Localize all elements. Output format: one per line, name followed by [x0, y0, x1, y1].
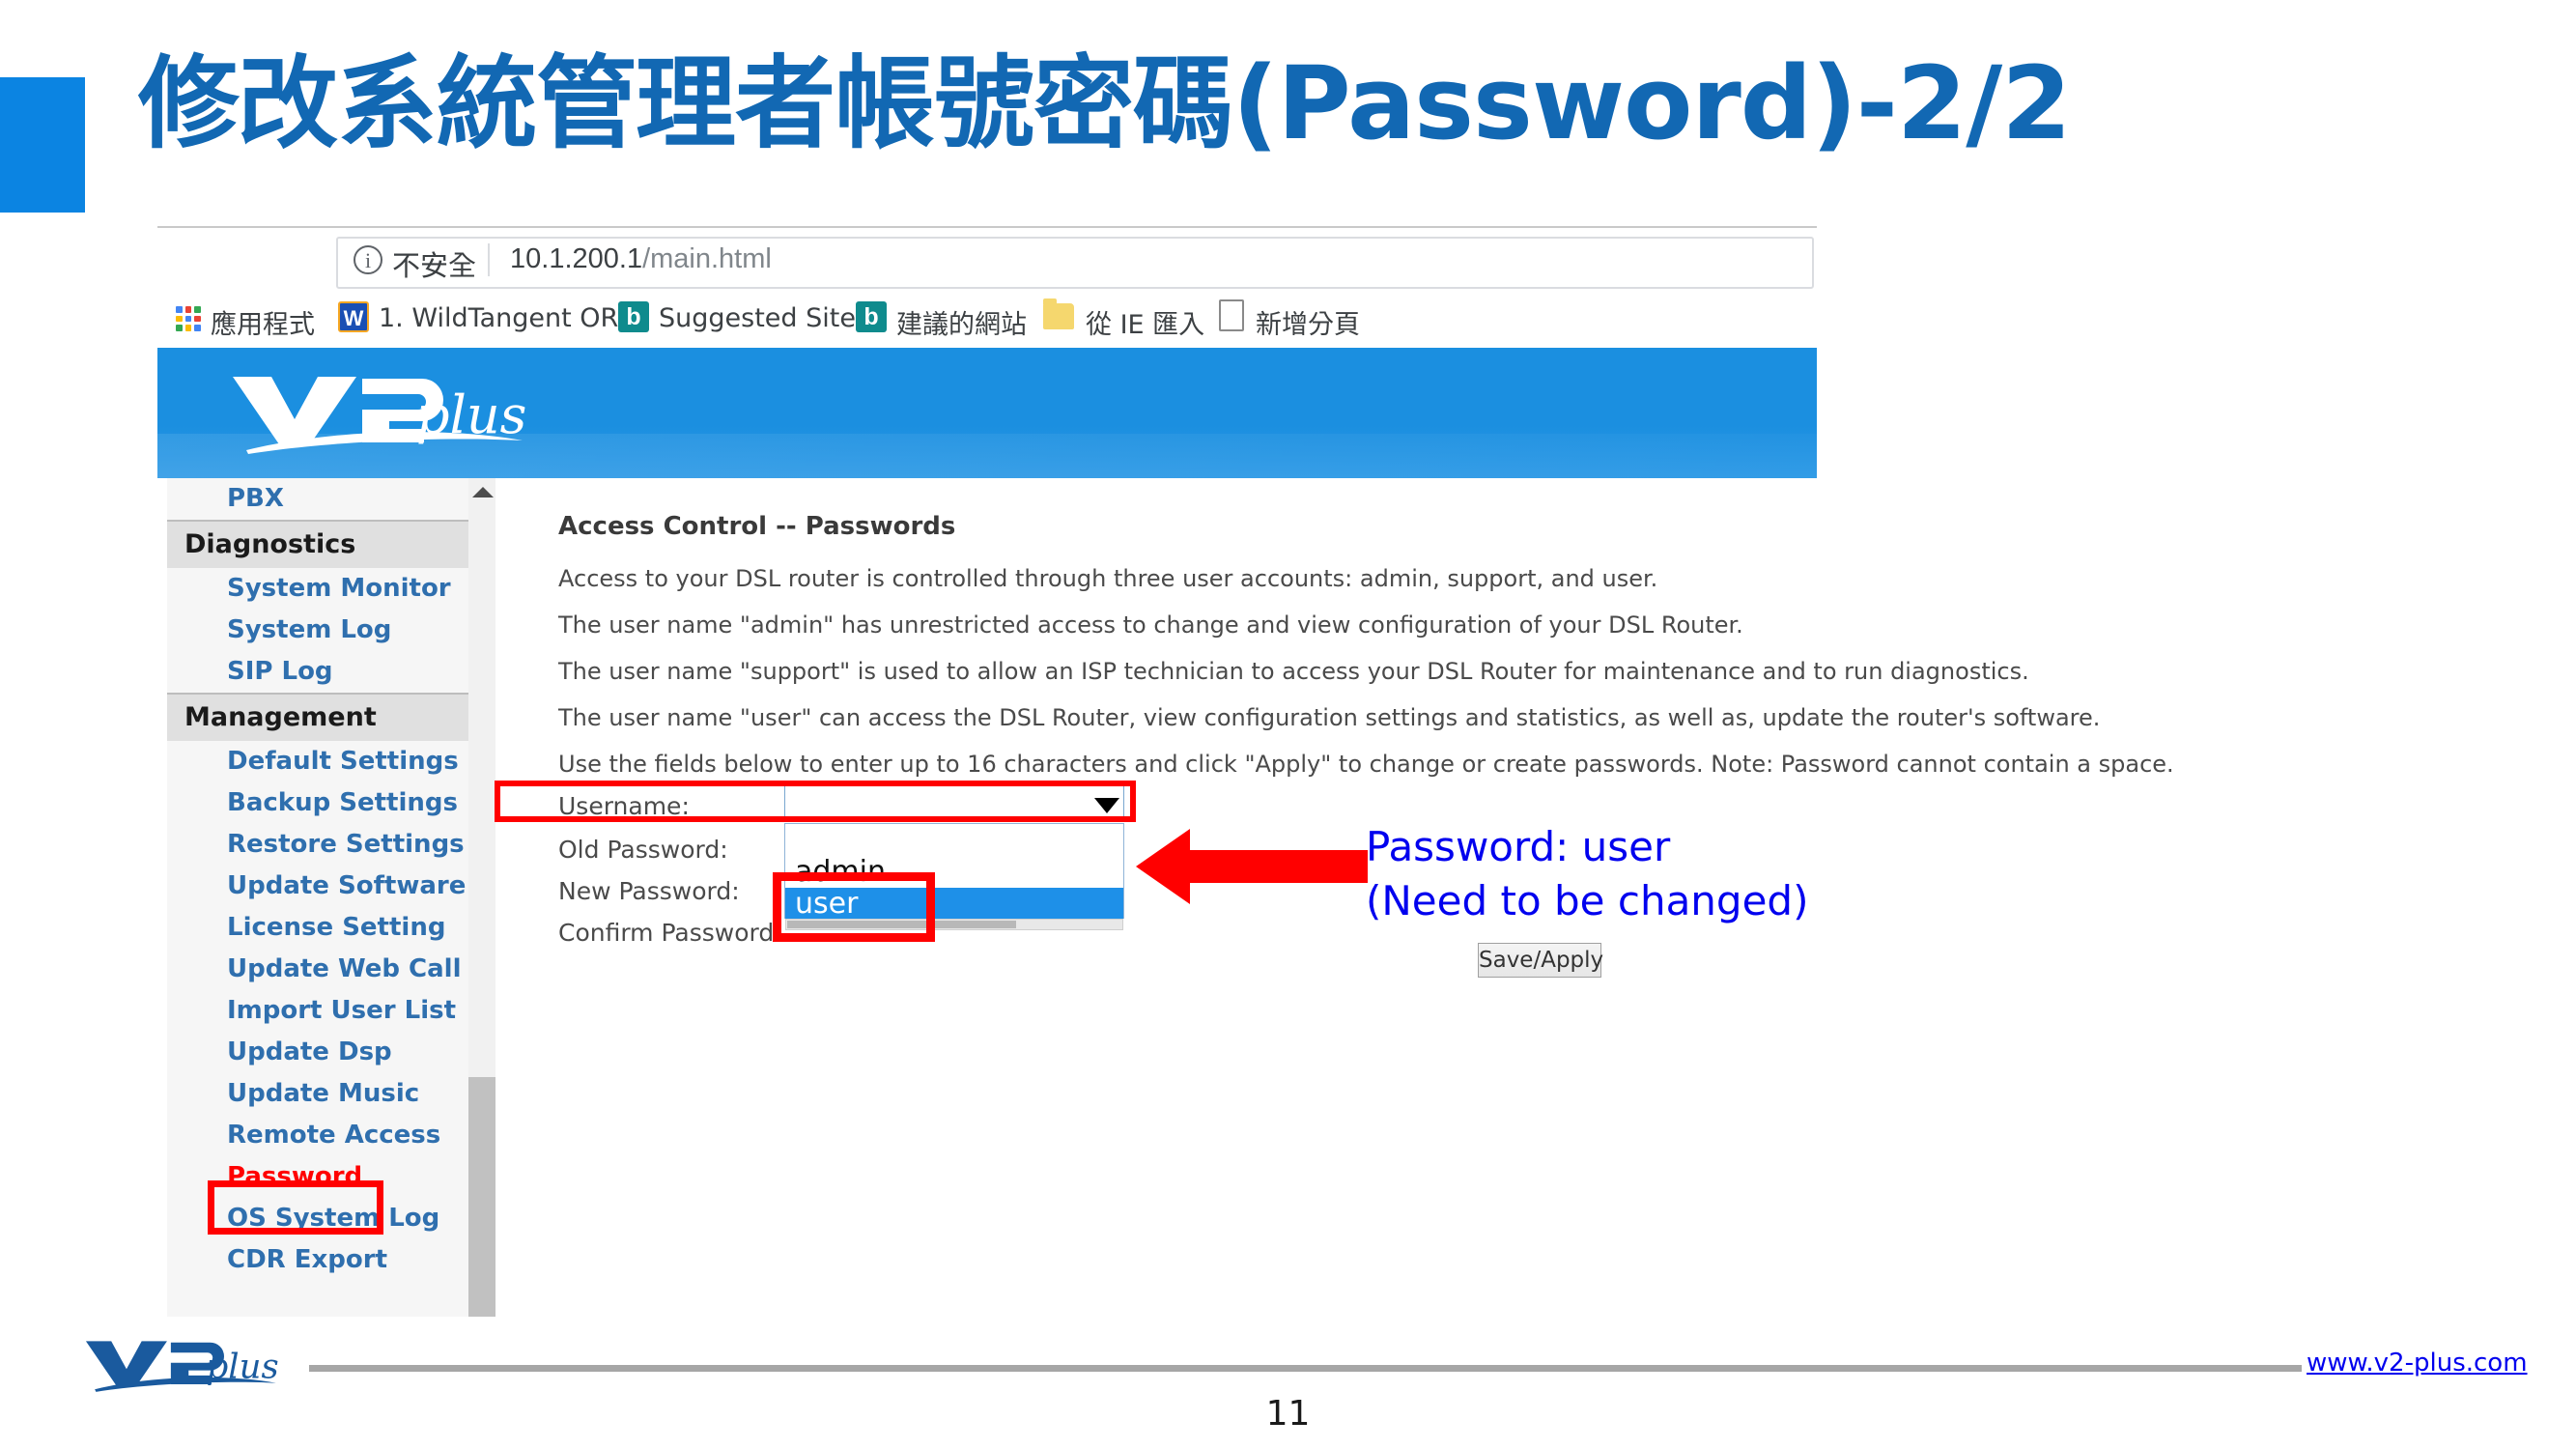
folder-icon	[1043, 298, 1074, 329]
sidebar-item-import-user-list[interactable]: Import User List	[167, 990, 468, 1032]
sidebar-scrollbar-thumb[interactable]	[468, 1077, 495, 1317]
confirm-password-label: Confirm Password:	[558, 919, 782, 947]
bing-icon: b	[856, 301, 887, 332]
description-paragraph: The user name "user" can access the DSL …	[558, 704, 2101, 731]
omnibox-divider	[488, 243, 490, 276]
footer-website-link[interactable]: www.v2-plus.com	[2307, 1349, 2528, 1378]
apps-grid-icon[interactable]	[176, 306, 201, 331]
highlight-user-option	[773, 872, 935, 942]
page-title: 修改系統管理者帳號密碼(Password)-2/2	[138, 44, 2072, 162]
highlight-username-row	[495, 781, 1136, 822]
security-status-label: 不安全	[392, 249, 477, 282]
new-password-label: New Password:	[558, 877, 740, 905]
sidebar-item-license-setting[interactable]: License Setting	[167, 907, 468, 949]
sidebar-item-remote-access[interactable]: Remote Access	[167, 1115, 468, 1156]
sidebar-item-system-log[interactable]: System Log	[167, 610, 468, 651]
v2plus-logo-footer: plus	[85, 1341, 279, 1392]
bookmark-suggested-sites-zh[interactable]: 建議的網站	[896, 303, 1027, 341]
bing-icon: b	[618, 301, 649, 332]
sidebar-item-update-dsp[interactable]: Update Dsp	[167, 1032, 468, 1073]
callout-text-line1: Password: user	[1366, 823, 1671, 870]
description-paragraph: Use the fields below to enter up to 16 c…	[558, 751, 2174, 778]
v2plus-logo: plus	[233, 377, 526, 454]
callout-text-line2: (Need to be changed)	[1366, 877, 1809, 924]
sidebar-item-pbx[interactable]: PBX	[167, 478, 468, 520]
sidebar-item-system-monitor[interactable]: System Monitor	[167, 568, 468, 610]
page-number: 11	[1265, 1394, 1311, 1434]
dropdown-option-blank[interactable]	[785, 824, 1123, 856]
sidebar-item-update-software[interactable]: Update Software	[167, 866, 468, 907]
page-icon	[1219, 299, 1244, 331]
sidebar-item-update-web-call[interactable]: Update Web Call	[167, 949, 468, 990]
description-paragraph: The user name "admin" has unrestricted a…	[558, 611, 1743, 639]
sidebar-header-management[interactable]: Management	[167, 693, 468, 741]
bookmark-new-tab[interactable]: 新增分頁	[1256, 303, 1360, 341]
sidebar-item-backup-settings[interactable]: Backup Settings	[167, 782, 468, 824]
url-host: 10.1.200.1	[510, 243, 643, 274]
bookmark-apps[interactable]: 應用程式	[211, 303, 315, 341]
description-paragraph: The user name "support" is used to allow…	[558, 658, 2029, 685]
bookmark-wildtangent[interactable]: 1. WildTangent ORB	[379, 303, 637, 333]
section-heading: Access Control -- Passwords	[558, 512, 956, 541]
old-password-label: Old Password:	[558, 836, 728, 864]
sidebar-item-default-settings[interactable]: Default Settings	[167, 741, 468, 782]
sidebar-item-sip-log[interactable]: SIP Log	[167, 651, 468, 693]
url-path: /main.html	[642, 243, 772, 274]
save-apply-button[interactable]: Save/Apply	[1478, 943, 1603, 978]
sidebar-item-cdr-export[interactable]: CDR Export	[167, 1239, 468, 1281]
highlight-password-menu	[208, 1180, 383, 1235]
sidebar-item-update-music[interactable]: Update Music	[167, 1073, 468, 1115]
scroll-up-arrow-icon[interactable]	[472, 487, 494, 497]
bookmark-imported-from-ie[interactable]: 從 IE 匯入	[1086, 303, 1204, 341]
wildtangent-icon: W	[338, 301, 369, 332]
address-bar-url[interactable]: 10.1.200.1/main.html	[510, 243, 772, 275]
sidebar-header-diagnostics[interactable]: Diagnostics	[167, 520, 468, 568]
bookmark-suggested-sites[interactable]: Suggested Sites	[659, 303, 869, 333]
description-paragraph: Access to your DSL router is controlled …	[558, 565, 1658, 592]
left-arrow-icon	[1136, 829, 1368, 904]
sidebar-item-restore-settings[interactable]: Restore Settings	[167, 824, 468, 866]
slide-accent-bar	[0, 77, 85, 213]
footer-divider	[309, 1365, 2302, 1372]
info-circle-icon[interactable]: i	[354, 245, 382, 274]
